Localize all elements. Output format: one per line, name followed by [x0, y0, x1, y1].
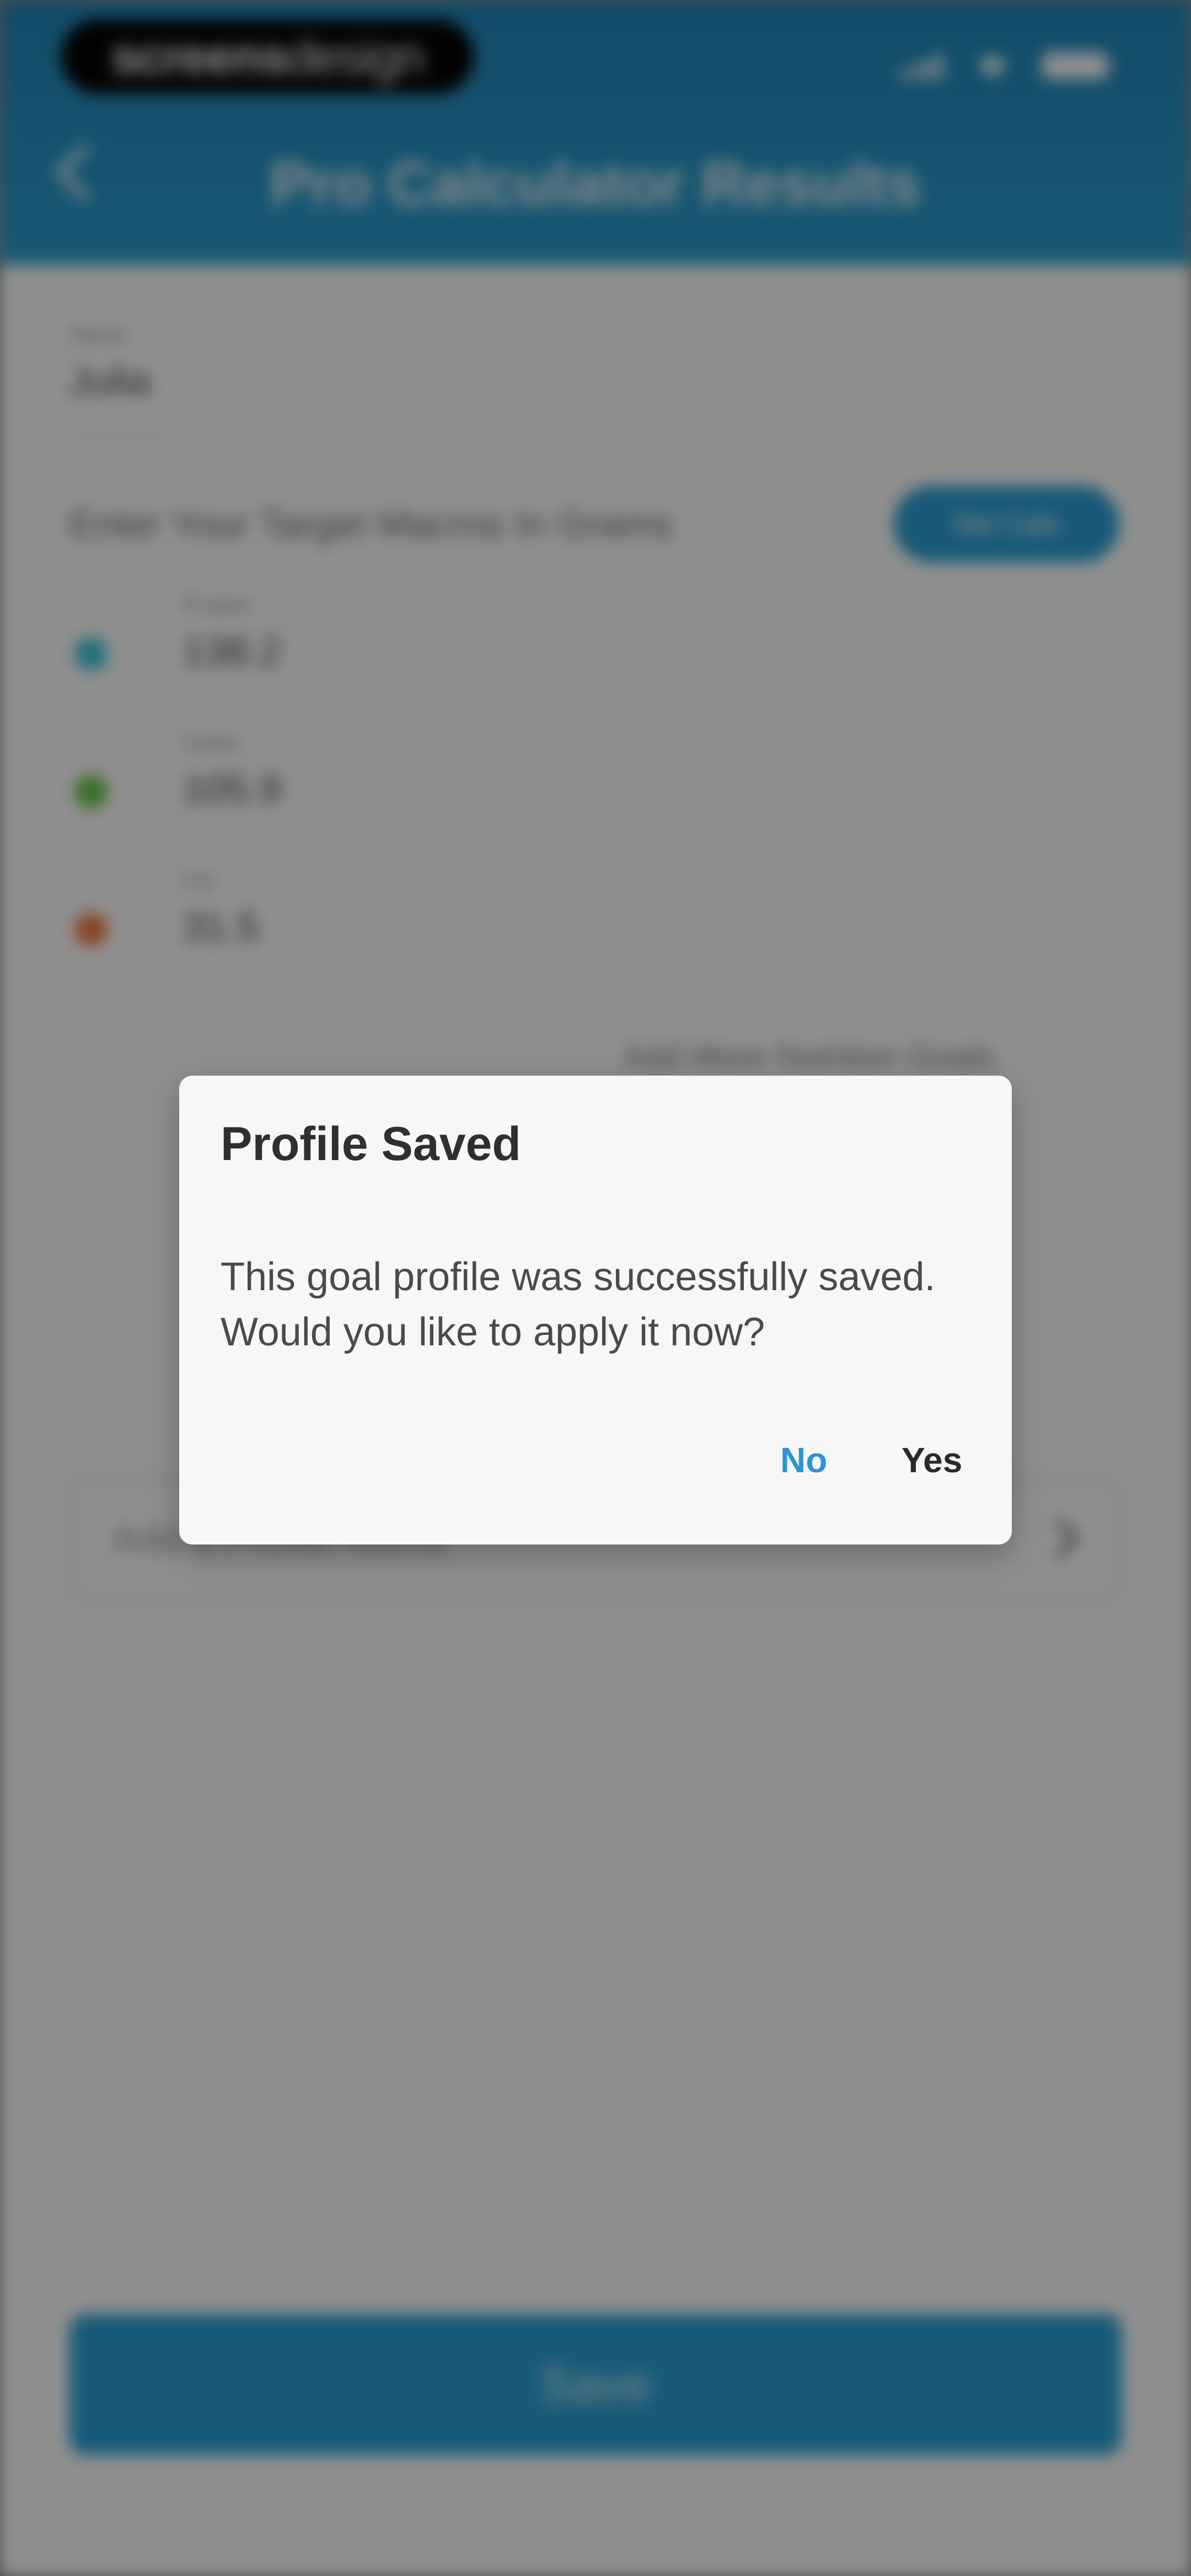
dialog-message: This goal profile was successfully saved… [221, 1255, 936, 1354]
screen: screensdesign Pro Calculator Results Nam… [0, 0, 1191, 2576]
yes-button[interactable]: Yes [890, 1434, 973, 1486]
no-button[interactable]: No [769, 1434, 838, 1486]
dialog-title: Profile Saved [221, 1118, 521, 1171]
profile-saved-dialog: Profile Saved This goal profile was succ… [179, 1076, 1012, 1544]
